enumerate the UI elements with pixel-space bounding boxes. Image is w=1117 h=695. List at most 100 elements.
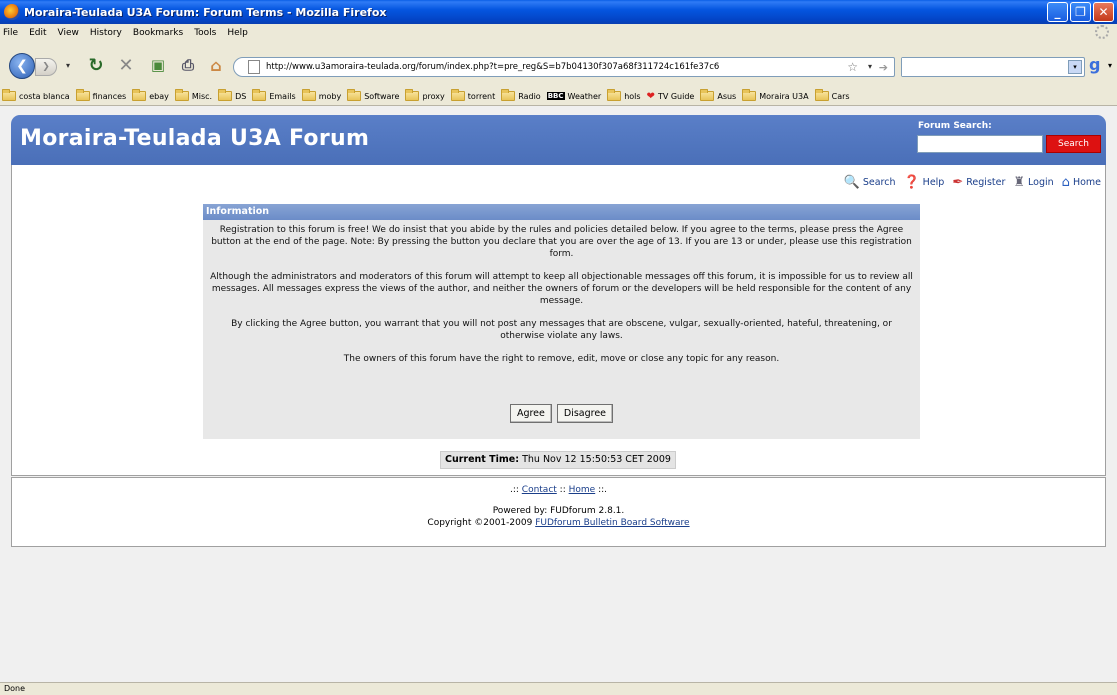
footer-home-link[interactable]: Home bbox=[569, 485, 596, 495]
bookmark-item[interactable]: ebay bbox=[132, 89, 169, 101]
current-time: Current Time: Thu Nov 12 15:50:53 CET 20… bbox=[440, 451, 676, 469]
forward-button[interactable]: ❯ bbox=[35, 58, 57, 76]
bookmark-label: Emails bbox=[269, 91, 296, 101]
footer-sep-mid: :: bbox=[559, 485, 566, 495]
new-tab-icon[interactable]: ▣ bbox=[148, 55, 168, 75]
terms-paragraph-1: Registration to this forum is free! We d… bbox=[211, 225, 912, 259]
minimize-button[interactable]: _ bbox=[1047, 2, 1068, 22]
folder-icon bbox=[814, 89, 829, 101]
history-dropdown-icon[interactable]: ▾ bbox=[66, 61, 70, 70]
footer-sep-right: ::. bbox=[598, 485, 608, 495]
bookmark-label: Weather bbox=[567, 91, 602, 101]
bookmark-label: Radio bbox=[518, 91, 541, 101]
contact-link[interactable]: Contact bbox=[522, 485, 557, 495]
folder-icon bbox=[742, 89, 757, 101]
menu-edit[interactable]: Edit bbox=[29, 28, 46, 38]
help-link-label: Help bbox=[922, 177, 945, 188]
login-link[interactable]: ♜ Login bbox=[1013, 175, 1053, 190]
bookmark-label: finances bbox=[92, 91, 127, 101]
url-input[interactable] bbox=[266, 62, 826, 72]
login-link-label: Login bbox=[1028, 177, 1054, 188]
bookmark-item[interactable]: Radio bbox=[501, 89, 541, 101]
reload-icon[interactable]: ↻ bbox=[86, 55, 106, 76]
register-link[interactable]: ✒ Register bbox=[952, 175, 1005, 190]
close-button[interactable]: ✕ bbox=[1093, 2, 1114, 22]
bookmark-label: Asus bbox=[717, 91, 737, 101]
print-icon[interactable]: ⎙ bbox=[178, 55, 198, 75]
bookmark-item[interactable]: Misc. bbox=[174, 89, 212, 101]
menu-view[interactable]: View bbox=[58, 28, 79, 38]
status-bar: Done bbox=[0, 682, 1117, 695]
menu-history[interactable]: History bbox=[90, 28, 122, 38]
bookmark-item[interactable]: Emails bbox=[252, 89, 296, 101]
url-dropdown-icon[interactable]: ▾ bbox=[868, 62, 872, 71]
bookmark-item[interactable]: hols bbox=[607, 89, 641, 101]
help-icon: ❓ bbox=[903, 175, 920, 190]
terms-heading: Information bbox=[203, 204, 920, 220]
folder-icon bbox=[700, 89, 715, 101]
bookmark-item[interactable]: Asus bbox=[700, 89, 737, 101]
bookmark-item[interactable]: Moraira U3A bbox=[742, 89, 809, 101]
bookmark-item[interactable]: costa blanca bbox=[2, 89, 70, 101]
search-dropdown-icon[interactable]: ▾ bbox=[1068, 60, 1082, 74]
folder-icon bbox=[405, 89, 420, 101]
search-icon: 🔍 bbox=[843, 175, 860, 190]
bookmark-label: costa blanca bbox=[19, 91, 70, 101]
bookmark-item[interactable]: ❤ TV Guide bbox=[647, 91, 695, 102]
bookmark-item[interactable]: DS bbox=[218, 89, 246, 101]
folder-icon bbox=[501, 89, 516, 101]
firefox-icon bbox=[4, 4, 20, 20]
maximize-button[interactable]: ❐ bbox=[1070, 2, 1091, 22]
search-link-label: Search bbox=[862, 177, 896, 188]
bookmark-item[interactable]: moby bbox=[301, 89, 342, 101]
bookmark-item[interactable]: Software bbox=[347, 89, 400, 101]
search-engine-icon[interactable]: g bbox=[1089, 55, 1100, 74]
menu-tools[interactable]: Tools bbox=[194, 28, 216, 38]
browser-search-input[interactable] bbox=[902, 58, 1062, 76]
footer-sep-left: .:: bbox=[509, 485, 519, 495]
folder-icon bbox=[174, 89, 189, 101]
heart-icon: ❤ bbox=[646, 90, 655, 102]
menu-bookmarks[interactable]: Bookmarks bbox=[133, 28, 183, 38]
terms-paragraph-2: Although the administrators and moderato… bbox=[210, 272, 913, 306]
home-link-icon: ⌂ bbox=[1061, 175, 1070, 190]
bookmark-star-icon[interactable]: ☆ bbox=[847, 60, 858, 74]
bookmark-item[interactable]: torrent bbox=[450, 89, 495, 101]
login-icon: ♜ bbox=[1013, 175, 1026, 190]
menu-file[interactable]: File bbox=[3, 28, 18, 38]
terms-paragraph-3: By clicking the Agree button, you warran… bbox=[231, 319, 892, 341]
forum-search-label: Forum Search: bbox=[918, 121, 992, 131]
bookmark-item[interactable]: Cars bbox=[814, 89, 850, 101]
forum-search-input[interactable] bbox=[917, 135, 1043, 153]
folder-icon bbox=[132, 89, 147, 101]
folder-icon bbox=[218, 89, 233, 101]
home-link[interactable]: ⌂ Home bbox=[1062, 175, 1101, 190]
go-arrow-icon[interactable]: ➔ bbox=[879, 61, 888, 74]
bookmark-item[interactable]: proxy bbox=[405, 89, 445, 101]
bookmark-label: moby bbox=[318, 91, 342, 101]
folder-icon bbox=[450, 89, 465, 101]
bookmark-label: Moraira U3A bbox=[759, 91, 809, 101]
bookmark-item[interactable]: finances bbox=[75, 89, 127, 101]
forum-search-button[interactable]: Search bbox=[1046, 135, 1101, 153]
bookmark-label: Software bbox=[364, 91, 400, 101]
page-viewport: Moraira-Teulada U3A Forum Forum Search: … bbox=[0, 106, 1117, 682]
browser-search-box[interactable]: ▾ bbox=[901, 57, 1085, 77]
agree-button[interactable]: Agree bbox=[509, 404, 552, 423]
fudforum-link[interactable]: FUDforum Bulletin Board Software bbox=[535, 518, 689, 528]
bookmark-item[interactable]: BBC Weather bbox=[546, 91, 602, 101]
folder-icon bbox=[347, 89, 362, 101]
help-link[interactable]: ❓ Help bbox=[903, 175, 944, 190]
forum-title[interactable]: Moraira-Teulada U3A Forum bbox=[20, 126, 369, 151]
url-bar[interactable]: ☆ ▾ ➔ bbox=[233, 57, 895, 77]
forum-header: Moraira-Teulada U3A Forum Forum Search: … bbox=[11, 115, 1106, 165]
bookmark-label: hols bbox=[624, 91, 641, 101]
menu-help[interactable]: Help bbox=[227, 28, 248, 38]
search-link[interactable]: 🔍 Search bbox=[844, 175, 896, 190]
engine-dropdown-icon[interactable]: ▾ bbox=[1108, 61, 1112, 70]
disagree-button[interactable]: Disagree bbox=[556, 404, 614, 423]
home-icon[interactable]: ⌂ bbox=[206, 55, 226, 75]
register-link-label: Register bbox=[966, 177, 1006, 188]
back-button[interactable]: ❮ bbox=[9, 53, 35, 79]
stop-icon[interactable]: ✕ bbox=[116, 55, 136, 76]
